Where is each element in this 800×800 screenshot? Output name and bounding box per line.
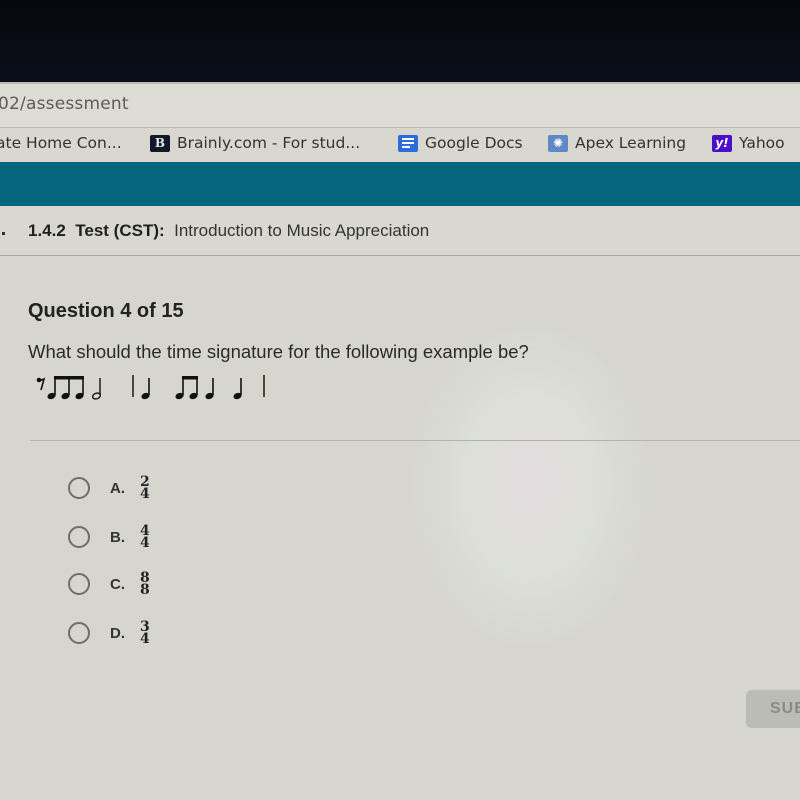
address-bar[interactable]: 02/assessment xyxy=(0,82,800,128)
course-title: 1.4.2 Test (CST): Introduction to Music … xyxy=(28,221,429,241)
bookmark-home-con[interactable]: ate Home Con... xyxy=(0,134,122,152)
time-signature: 2 4 xyxy=(140,475,150,502)
brainly-icon: B xyxy=(150,134,170,152)
course-name: Introduction to Music Appreciation xyxy=(174,221,430,240)
time-signature-bottom: 4 xyxy=(140,535,150,551)
google-docs-icon xyxy=(398,134,418,152)
radio-button[interactable] xyxy=(68,526,90,548)
quarter-note-icon xyxy=(205,378,214,400)
radio-button[interactable] xyxy=(68,477,90,499)
url-text[interactable]: 02/assessment xyxy=(0,94,129,114)
choice-letter: B. xyxy=(110,528,125,546)
eighth-rest-icon xyxy=(36,377,46,391)
time-signature: 3 4 xyxy=(140,620,150,647)
quarter-note-icon xyxy=(233,378,242,400)
course-type: Test (CST): xyxy=(75,221,165,240)
time-signature-bottom: 4 xyxy=(140,631,150,647)
radio-button[interactable] xyxy=(68,622,90,644)
course-title-bar: 1.4.2 Test (CST): Introduction to Music … xyxy=(0,206,800,256)
bookmark-label: Brainly.com - For stud... xyxy=(177,134,361,152)
monitor-bezel xyxy=(0,0,800,82)
bookmarks-bar: ate Home Con... B Brainly.com - For stud… xyxy=(0,128,800,162)
choice-c[interactable]: C. 8 8 xyxy=(68,567,150,601)
radio-button[interactable] xyxy=(68,573,90,595)
half-note-icon xyxy=(91,378,102,400)
app-header-bar xyxy=(0,162,800,208)
question-number: Question 4 of 15 xyxy=(28,300,184,322)
time-signature-bottom: 8 xyxy=(140,582,150,598)
bookmark-label: Google Docs xyxy=(425,134,523,152)
choice-letter: D. xyxy=(110,624,125,642)
bookmark-label: Yahoo xyxy=(739,134,785,152)
rhythm-example xyxy=(36,375,265,400)
time-signature: 4 4 xyxy=(140,524,150,551)
time-signature-bottom: 4 xyxy=(140,486,150,502)
bookmark-label: Apex Learning xyxy=(575,134,687,152)
bookmark-apex-learning[interactable]: ✺ Apex Learning xyxy=(548,134,686,152)
submit-button[interactable]: SUBMIT xyxy=(746,690,800,728)
bookmark-brainly[interactable]: B Brainly.com - For stud... xyxy=(150,134,360,152)
section-divider xyxy=(30,440,800,441)
menu-dot-icon[interactable] xyxy=(2,232,5,235)
apex-learning-icon: ✺ xyxy=(548,134,568,152)
bookmark-yahoo[interactable]: y! Yahoo xyxy=(712,134,785,152)
quarter-note-icon xyxy=(141,378,150,400)
bookmark-label: ate Home Con... xyxy=(0,134,122,152)
choice-d[interactable]: D. 3 4 xyxy=(68,616,150,650)
question-prompt: What should the time signature for the f… xyxy=(28,341,529,362)
choice-a[interactable]: A. 2 4 xyxy=(68,471,150,505)
choice-b[interactable]: B. 4 4 xyxy=(68,520,150,554)
yahoo-icon: y! xyxy=(712,134,732,152)
choice-letter: A. xyxy=(110,479,125,497)
bookmark-google-docs[interactable]: Google Docs xyxy=(398,134,523,152)
course-code: 1.4.2 xyxy=(28,221,66,240)
question-area: Question 4 of 15 What should the time si… xyxy=(0,256,800,800)
beamed-eighth-notes-icon xyxy=(47,376,84,400)
time-signature: 8 8 xyxy=(140,571,150,598)
beamed-eighth-notes-icon xyxy=(175,376,198,400)
choice-letter: C. xyxy=(110,575,125,593)
